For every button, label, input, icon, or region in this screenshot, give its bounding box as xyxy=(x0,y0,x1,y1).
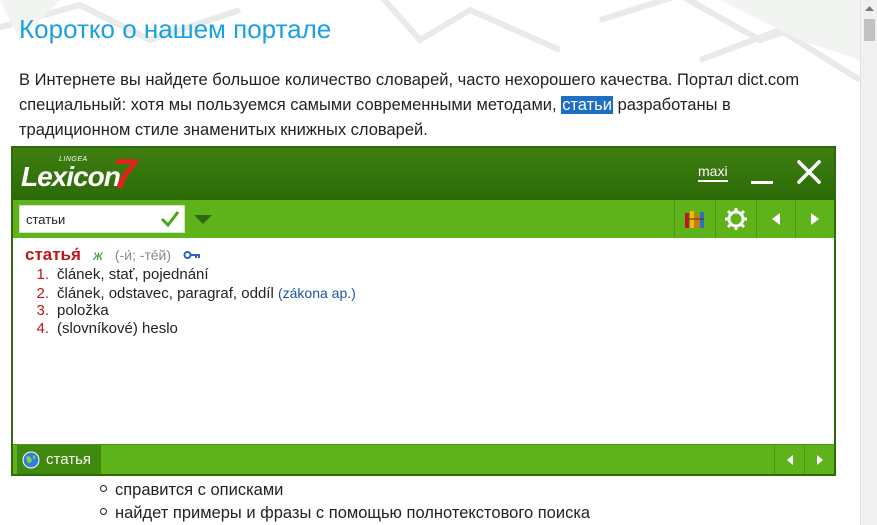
list-item-text: справится с описками xyxy=(115,481,284,499)
globe-icon xyxy=(22,451,40,468)
chevron-right-icon xyxy=(816,454,823,465)
dictionaries-button[interactable] xyxy=(674,200,714,238)
history-back-button[interactable] xyxy=(774,445,804,474)
history-label: статья xyxy=(46,451,92,468)
lexicon-status-bar: статья xyxy=(13,444,834,474)
sense-number: 4. xyxy=(36,320,49,337)
history-forward-button[interactable] xyxy=(804,445,834,474)
sense-list: 1. článek, stať, pojednání 2. článek, odst… xyxy=(25,266,815,338)
next-button[interactable] xyxy=(795,200,834,238)
lexicon-window: LINGEA Lexicon 7 maxi статьи статья́ ж (… xyxy=(11,146,836,476)
logo-wordmark: Lexicon xyxy=(21,161,121,192)
gender-label: ж xyxy=(93,247,103,263)
key-icon[interactable] xyxy=(183,245,201,267)
gear-icon xyxy=(724,208,747,230)
intro-highlighted-word: статьи xyxy=(561,96,613,114)
chevron-left-icon xyxy=(771,213,780,225)
bullet-icon xyxy=(100,508,107,516)
sense-text: článek, stať, pojednání xyxy=(57,266,209,283)
list-item-text: найдет примеры и фразы с помощью полноте… xyxy=(115,504,591,522)
headword-line: статья́ ж (-и́; -те́й) xyxy=(25,244,815,266)
sense-note: (zákona ap.) xyxy=(277,285,356,301)
scrollbar-thumb[interactable] xyxy=(864,19,875,41)
sense-text: (slovníkové) heslo xyxy=(57,320,178,337)
chevron-right-icon xyxy=(811,213,819,225)
bullet-icon xyxy=(100,485,107,493)
page-scrollbar[interactable] xyxy=(860,0,877,525)
sense-item: 1. článek, stať, pojednání xyxy=(25,266,815,284)
intro-paragraph: В Интернете вы найдете большое количеств… xyxy=(19,68,839,143)
headword: статья́ xyxy=(25,245,81,264)
search-input[interactable] xyxy=(20,206,152,232)
list-item: найдет примеры и фразы с помощью полноте… xyxy=(100,502,590,525)
check-icon[interactable] xyxy=(160,210,180,228)
sense-text: položka xyxy=(57,302,109,319)
sense-number: 2. xyxy=(36,285,49,302)
sense-item: 2. článek, odstavec, paragraf, oddíl (zák… xyxy=(25,284,815,302)
sense-number: 1. xyxy=(36,266,49,283)
feature-list: справится с описками найдет примеры и фр… xyxy=(100,479,590,525)
lexicon-toolbar xyxy=(13,200,834,238)
list-item: справится с описками xyxy=(100,479,590,502)
sense-item: 3. položka xyxy=(25,302,815,320)
maxi-button[interactable]: maxi xyxy=(698,163,728,182)
sense-item: 4. (slovníkové) heslo xyxy=(25,320,815,338)
logo-version-number: 7 xyxy=(113,150,137,197)
books-icon xyxy=(684,211,704,228)
history-item[interactable]: статья xyxy=(17,445,101,474)
lexicon-header: LINGEA Lexicon 7 maxi xyxy=(13,148,834,200)
minimize-icon[interactable] xyxy=(751,162,773,184)
search-box xyxy=(19,205,185,233)
dropdown-arrow-icon[interactable] xyxy=(194,215,212,224)
sense-text: článek, odstavec, paragraf, oddíl xyxy=(57,285,274,302)
chevron-left-icon xyxy=(786,454,793,465)
scroll-up-arrow-icon[interactable] xyxy=(861,0,877,17)
sense-number: 3. xyxy=(36,302,49,319)
inflection-forms: (-и́; -те́й) xyxy=(114,247,172,263)
previous-button[interactable] xyxy=(756,200,794,238)
settings-button[interactable] xyxy=(715,200,755,238)
close-icon[interactable] xyxy=(796,159,822,185)
page-title: Коротко о нашем портале xyxy=(19,14,332,44)
dictionary-entry: статья́ ж (-и́; -те́й) 1. článek, stať, p… xyxy=(25,244,815,338)
lexicon-logo: LINGEA Lexicon 7 xyxy=(21,150,141,197)
